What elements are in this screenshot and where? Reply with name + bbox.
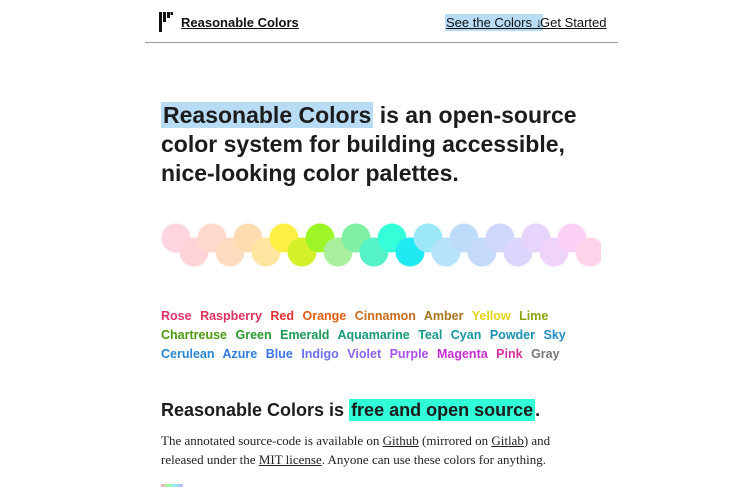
- color-circles-graphic: [161, 223, 601, 267]
- para-text-4: . Anyone can use these colors for anythi…: [321, 452, 546, 467]
- color-name-rose[interactable]: Rose: [161, 309, 192, 323]
- color-name-chartreuse[interactable]: Chartreuse: [161, 328, 227, 342]
- color-names-list: Rose Raspberry Red Orange Cinnamon Amber…: [161, 307, 601, 364]
- brand-link[interactable]: Reasonable Colors: [181, 15, 299, 30]
- section-heading-highlight: free and open source: [349, 399, 536, 421]
- color-name-yellow[interactable]: Yellow: [472, 309, 511, 323]
- color-name-cyan[interactable]: Cyan: [451, 328, 482, 342]
- color-name-violet[interactable]: Violet: [347, 347, 381, 361]
- color-name-emerald[interactable]: Emerald: [280, 328, 329, 342]
- section-heading: Reasonable Colors is free and open sourc…: [161, 399, 541, 421]
- color-name-cerulean[interactable]: Cerulean: [161, 347, 215, 361]
- site-header: Reasonable Colors See the Colors ↓ Get S…: [145, 0, 618, 43]
- section-heading-period: .: [535, 400, 541, 420]
- color-name-purple[interactable]: Purple: [390, 347, 429, 361]
- gitlab-link[interactable]: Gitlab: [491, 433, 524, 448]
- hero-highlight: Reasonable Colors: [161, 102, 374, 128]
- logo-icon: [159, 12, 173, 32]
- color-name-powder[interactable]: Powder: [490, 328, 535, 342]
- nav-get-started[interactable]: Get Started: [540, 15, 606, 30]
- page: Reasonable Colors See the Colors ↓ Get S…: [145, 0, 618, 500]
- color-name-lime[interactable]: Lime: [519, 309, 548, 323]
- color-name-azure[interactable]: Azure: [223, 347, 258, 361]
- mit-license-link[interactable]: MIT license: [259, 452, 322, 467]
- color-name-red[interactable]: Red: [270, 309, 294, 323]
- color-name-orange[interactable]: Orange: [303, 309, 347, 323]
- color-name-pink[interactable]: Pink: [496, 347, 522, 361]
- color-circles: [161, 222, 601, 268]
- nav-see-the-colors[interactable]: See the Colors ↓: [445, 14, 544, 31]
- color-name-green[interactable]: Green: [235, 328, 271, 342]
- decorative-gradient: [161, 484, 183, 487]
- color-name-cinnamon[interactable]: Cinnamon: [355, 309, 416, 323]
- color-name-gray[interactable]: Gray: [531, 347, 560, 361]
- color-name-indigo[interactable]: Indigo: [301, 347, 339, 361]
- github-link[interactable]: Github: [383, 433, 419, 448]
- color-name-blue[interactable]: Blue: [266, 347, 293, 361]
- section-paragraph: The annotated source-code is available o…: [161, 431, 581, 469]
- color-name-sky[interactable]: Sky: [543, 328, 565, 342]
- section-heading-text: Reasonable Colors is: [161, 400, 350, 420]
- color-name-magenta[interactable]: Magenta: [437, 347, 488, 361]
- color-name-raspberry[interactable]: Raspberry: [200, 309, 262, 323]
- color-name-amber[interactable]: Amber: [424, 309, 464, 323]
- para-text-1: The annotated source-code is available o…: [161, 433, 383, 448]
- para-text-2: (mirrored on: [418, 433, 492, 448]
- color-name-aquamarine[interactable]: Aquamarine: [337, 328, 409, 342]
- color-name-teal[interactable]: Teal: [418, 328, 442, 342]
- hero-heading: Reasonable Colors is an open-source colo…: [161, 101, 601, 188]
